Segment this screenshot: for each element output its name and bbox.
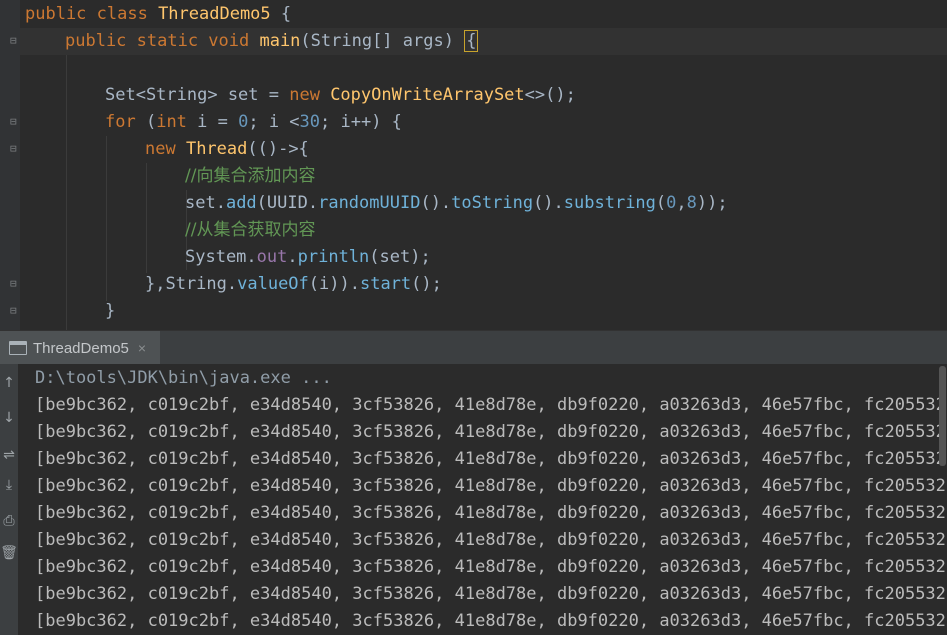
console-output-line: [be9bc362, c019c2bf, e34d8540, 3cf53826,… bbox=[35, 557, 947, 577]
down-arrow-icon[interactable]: ↓ bbox=[0, 407, 18, 429]
console-output-line: [be9bc362, c019c2bf, e34d8540, 3cf53826,… bbox=[35, 584, 947, 604]
console-command-line: D:\tools\JDK\bin\java.exe ... bbox=[35, 368, 332, 388]
console-output-line: [be9bc362, c019c2bf, e34d8540, 3cf53826,… bbox=[35, 503, 947, 523]
code-line: new Thread(()->{ bbox=[145, 139, 309, 159]
console-output-line: [be9bc362, c019c2bf, e34d8540, 3cf53826,… bbox=[35, 611, 947, 631]
code-comment: //从集合获取内容 bbox=[185, 220, 316, 240]
code-line: },String.valueOf(i)).start(); bbox=[145, 274, 442, 294]
clear-all-icon[interactable]: 🗑 bbox=[0, 542, 18, 564]
console-toolbar: ↑ ↓ ⇌ ⤓ ⎙ 🗑 bbox=[0, 364, 18, 635]
console-output-line: [be9bc362, c019c2bf, e34d8540, 3cf53826,… bbox=[35, 530, 947, 550]
console-output-line: [be9bc362, c019c2bf, e34d8540, 3cf53826,… bbox=[35, 422, 947, 442]
indent-guide bbox=[66, 55, 67, 330]
fold-marker-icon[interactable]: ⊟ bbox=[10, 277, 22, 291]
soft-wrap-icon[interactable]: ⇌ bbox=[0, 444, 18, 466]
fold-marker-icon[interactable]: ⊟ bbox=[10, 115, 22, 129]
code-line: Set<String> set = new CopyOnWriteArraySe… bbox=[105, 85, 576, 105]
code-line: public class ThreadDemo5 { bbox=[25, 4, 292, 24]
console-output-line: [be9bc362, c019c2bf, e34d8540, 3cf53826,… bbox=[35, 476, 947, 496]
code-line: public static void main(String[] args) { bbox=[65, 30, 479, 52]
tab-run-threaddemo5[interactable]: ThreadDemo5 × bbox=[0, 331, 160, 365]
close-icon[interactable]: × bbox=[138, 340, 146, 356]
indent-guide bbox=[146, 163, 147, 273]
scroll-to-end-icon[interactable]: ⤓ bbox=[0, 474, 18, 496]
run-tool-window-header: ThreadDemo5 × bbox=[0, 330, 947, 365]
code-line: } bbox=[105, 301, 116, 321]
run-console-icon bbox=[9, 341, 27, 355]
console-output-line: [be9bc362, c019c2bf, e34d8540, 3cf53826,… bbox=[35, 395, 947, 415]
print-icon[interactable]: ⎙ bbox=[0, 510, 18, 532]
run-console[interactable]: ↑ ↓ ⇌ ⤓ ⎙ 🗑 D:\tools\JDK\bin\java.exe ..… bbox=[0, 364, 947, 635]
scrollbar-thumb[interactable] bbox=[939, 366, 946, 466]
tab-label: ThreadDemo5 bbox=[33, 339, 129, 357]
code-line: System.out.println(set); bbox=[185, 247, 431, 267]
code-editor[interactable]: ⊟ ⊟ ⊟ ⊟ ⊟ public class ThreadDemo5 { pub… bbox=[0, 0, 947, 330]
console-scrollbar[interactable] bbox=[939, 364, 947, 635]
code-comment: //向集合添加内容 bbox=[185, 166, 316, 186]
indent-guide bbox=[106, 136, 107, 301]
console-output-line: [be9bc362, c019c2bf, e34d8540, 3cf53826,… bbox=[35, 449, 947, 469]
fold-marker-icon[interactable]: ⊟ bbox=[10, 304, 22, 318]
fold-marker-icon[interactable]: ⊟ bbox=[10, 142, 22, 156]
code-line: for (int i = 0; i <30; i++) { bbox=[105, 112, 402, 132]
code-line: set.add(UUID.randomUUID().toString().sub… bbox=[185, 193, 728, 213]
editor-gutter: ⊟ ⊟ ⊟ ⊟ ⊟ bbox=[0, 0, 20, 330]
up-arrow-icon[interactable]: ↑ bbox=[0, 372, 18, 394]
